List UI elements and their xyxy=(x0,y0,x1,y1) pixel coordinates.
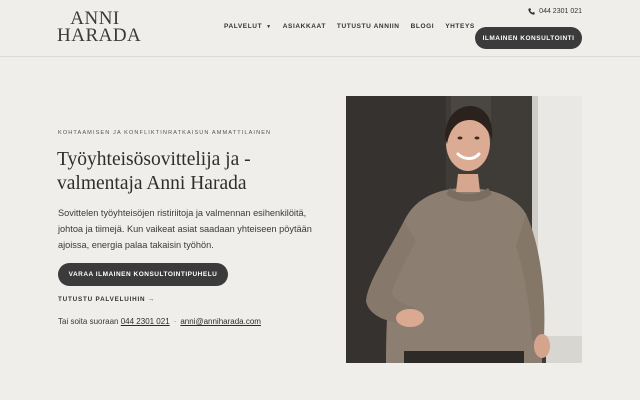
phone-icon xyxy=(528,8,535,15)
services-link[interactable]: TUTUSTU PALVELUIHIN → xyxy=(58,296,155,303)
nav-item-palvelut[interactable]: PALVELUT ▼ xyxy=(224,23,272,30)
site-header: ANNI HARADA PALVELUT ▼ ASIAKKAAT TUTUSTU … xyxy=(0,0,640,57)
nav-item-label: PALVELUT xyxy=(224,23,263,30)
book-consultation-call-button[interactable]: VARAA ILMAINEN KONSULTOINTIPUHELU xyxy=(58,263,228,286)
nav-item-label: BLOGI xyxy=(410,23,435,30)
hero-eyebrow: KOHTAAMISEN JA KONFLIKTINRATKAISUN AMMAT… xyxy=(58,130,272,136)
nav-item-yhteys[interactable]: YHTEYS xyxy=(445,23,475,30)
contact-separator: · xyxy=(173,317,177,326)
site-logo[interactable]: ANNI HARADA xyxy=(57,9,142,46)
portrait-illustration xyxy=(346,96,582,363)
hero-description: Sovittelen työyhteisöjen ristiriitoja ja… xyxy=(58,208,312,250)
header-phone-link[interactable]: 044 2301 021 xyxy=(528,8,582,15)
free-consultation-button[interactable]: ILMAINEN KONSULTOINTI xyxy=(475,27,582,49)
main-nav: PALVELUT ▼ ASIAKKAAT TUTUSTU ANNIIN BLOGI… xyxy=(224,23,486,30)
nav-item-label: YHTEYS xyxy=(445,23,475,30)
nav-item-label: TUTUSTU ANNIIN xyxy=(336,23,400,30)
contact-phone-link[interactable]: 044 2301 021 xyxy=(121,317,170,326)
nav-item-label: ASIAKKAAT xyxy=(282,23,326,30)
contact-prefix: Tai soita suoraan xyxy=(58,317,119,326)
portrait-photo xyxy=(346,96,582,363)
hero-title: Työyhteisösovittelija ja -valmentaja Ann… xyxy=(57,149,251,194)
chevron-down-icon: ▼ xyxy=(266,24,272,30)
contact-line: Tai soita suoraan 044 2301 021 · anni@anni… xyxy=(58,317,261,326)
logo-line-last: HARADA xyxy=(57,25,142,46)
nav-item-tutustu-anniin[interactable]: TUTUSTU ANNIIN xyxy=(337,23,400,30)
nav-item-blogi[interactable]: BLOGI xyxy=(411,23,435,30)
header-phone-number: 044 2301 021 xyxy=(539,8,582,15)
nav-item-asiakkaat[interactable]: ASIAKKAAT xyxy=(283,23,326,30)
contact-email-link[interactable]: anni@anniharada.com xyxy=(180,317,261,326)
